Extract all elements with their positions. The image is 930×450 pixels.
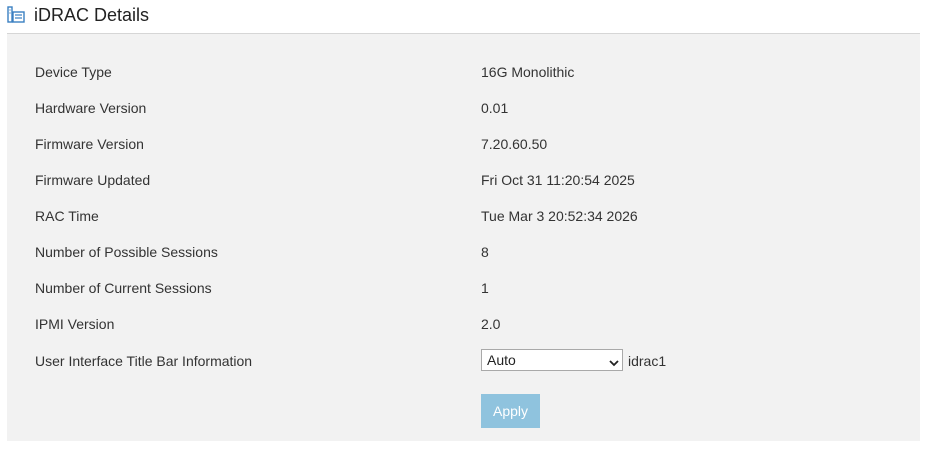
current-sessions-label: Number of Current Sessions — [35, 280, 212, 296]
server-details-icon — [7, 6, 25, 24]
current-sessions-value: 1 — [481, 280, 489, 296]
apply-button[interactable]: Apply — [481, 394, 540, 428]
possible-sessions-value: 8 — [481, 244, 489, 260]
hardware-version-value: 0.01 — [481, 100, 509, 116]
details-panel: Device Type 16G Monolithic Hardware Vers… — [7, 34, 920, 441]
title-bar-info-label: User Interface Title Bar Information — [35, 353, 253, 369]
title-bar-info-select-value: Auto — [487, 352, 516, 368]
possible-sessions-label: Number of Possible Sessions — [35, 244, 218, 260]
page-header: iDRAC Details — [0, 0, 930, 34]
ipmi-version-value: 2.0 — [481, 316, 501, 332]
chevron-down-icon — [609, 355, 619, 367]
firmware-updated-label: Firmware Updated — [35, 172, 151, 188]
device-type-label: Device Type — [35, 64, 112, 80]
device-type-value: 16G Monolithic — [481, 64, 575, 80]
title-bar-hostname: idrac1 — [628, 353, 667, 369]
rac-time-label: RAC Time — [35, 208, 99, 224]
ipmi-version-label: IPMI Version — [35, 316, 115, 332]
firmware-updated-value: Fri Oct 31 11:20:54 2025 — [481, 172, 635, 188]
firmware-version-value: 7.20.60.50 — [481, 136, 548, 152]
rac-time-value: Tue Mar 3 20:52:34 2026 — [481, 208, 638, 224]
firmware-version-label: Firmware Version — [35, 136, 144, 152]
title-bar-info-select[interactable]: Auto — [481, 349, 623, 371]
hardware-version-label: Hardware Version — [35, 100, 147, 116]
page-title: iDRAC Details — [34, 5, 150, 25]
